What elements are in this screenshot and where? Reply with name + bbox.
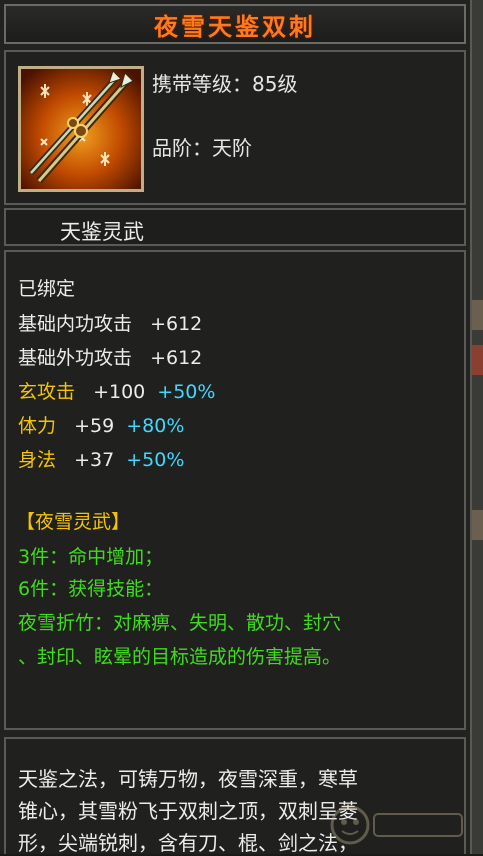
- item-grade: 品阶：天阶: [152, 136, 252, 160]
- stat-label: 体力: [18, 415, 57, 437]
- stat-value: +612: [150, 347, 203, 369]
- stat-line: 基础内功攻击 +612: [18, 309, 202, 336]
- stat-bonus: +50%: [126, 449, 185, 471]
- stat-label: 身法: [18, 449, 57, 471]
- lore-line: 形，尖端锐刺，含有刀、棍、剑之法，: [18, 831, 358, 855]
- lore-line: 锥心，其雪粉飞于双刺之顶，双刺呈菱: [18, 799, 358, 823]
- item-info-panel: 携带等级：85级 品阶：天阶: [4, 50, 466, 205]
- set-bonus-3: 3件：命中增加；: [18, 546, 164, 568]
- stat-value: +100: [93, 381, 146, 403]
- stat-label: 基础外功攻击: [18, 347, 133, 369]
- stat-line: 玄攻击 +100 +50%: [18, 377, 215, 404]
- skill-description-line1: 夜雪折竹：对麻痹、失明、散功、封穴: [18, 612, 342, 634]
- stat-line: 身法 +37 +50%: [18, 445, 184, 472]
- stat-line: 体力 +59 +80%: [18, 411, 184, 438]
- stat-value: +612: [150, 313, 203, 335]
- stat-line: 基础外功攻击 +612: [18, 343, 202, 370]
- item-name: 夜雪天鉴双刺: [154, 12, 316, 41]
- lore-line: 天鉴之法，可铸万物，夜雪深重，寒草: [18, 767, 358, 791]
- stat-label: 基础内功攻击: [18, 313, 133, 335]
- set-bonus-6: 6件：获得技能：: [18, 578, 164, 600]
- background-window-edge: [472, 0, 483, 854]
- twin-blade-weapon-icon: [18, 66, 144, 192]
- stat-value: +37: [74, 449, 115, 471]
- stat-label: 玄攻击: [18, 381, 76, 403]
- set-name: 【夜雪灵武】: [16, 511, 131, 533]
- bound-status: 已绑定: [18, 278, 76, 300]
- carry-level: 携带等级：85级: [152, 72, 298, 96]
- stats-panel: 已绑定 基础内功攻击 +612 基础外功攻击 +612 玄攻击 +100 +50…: [4, 250, 466, 730]
- watermark-logo-icon: [330, 805, 463, 845]
- item-tooltip: 夜雪天鉴双刺 携带等级：85级 品阶：天阶 天鉴灵武 已绑定 基础内功攻击 +6…: [0, 0, 473, 855]
- stat-bonus: +50%: [157, 381, 216, 403]
- stat-bonus: +80%: [126, 415, 185, 437]
- skill-description-line2: 、封印、眩晕的目标造成的伤害提高。: [18, 646, 342, 668]
- title-bar: 夜雪天鉴双刺: [4, 4, 466, 44]
- subtitle-bar: 天鉴灵武: [4, 208, 466, 246]
- item-category: 天鉴灵武: [60, 220, 144, 244]
- stat-value: +59: [74, 415, 115, 437]
